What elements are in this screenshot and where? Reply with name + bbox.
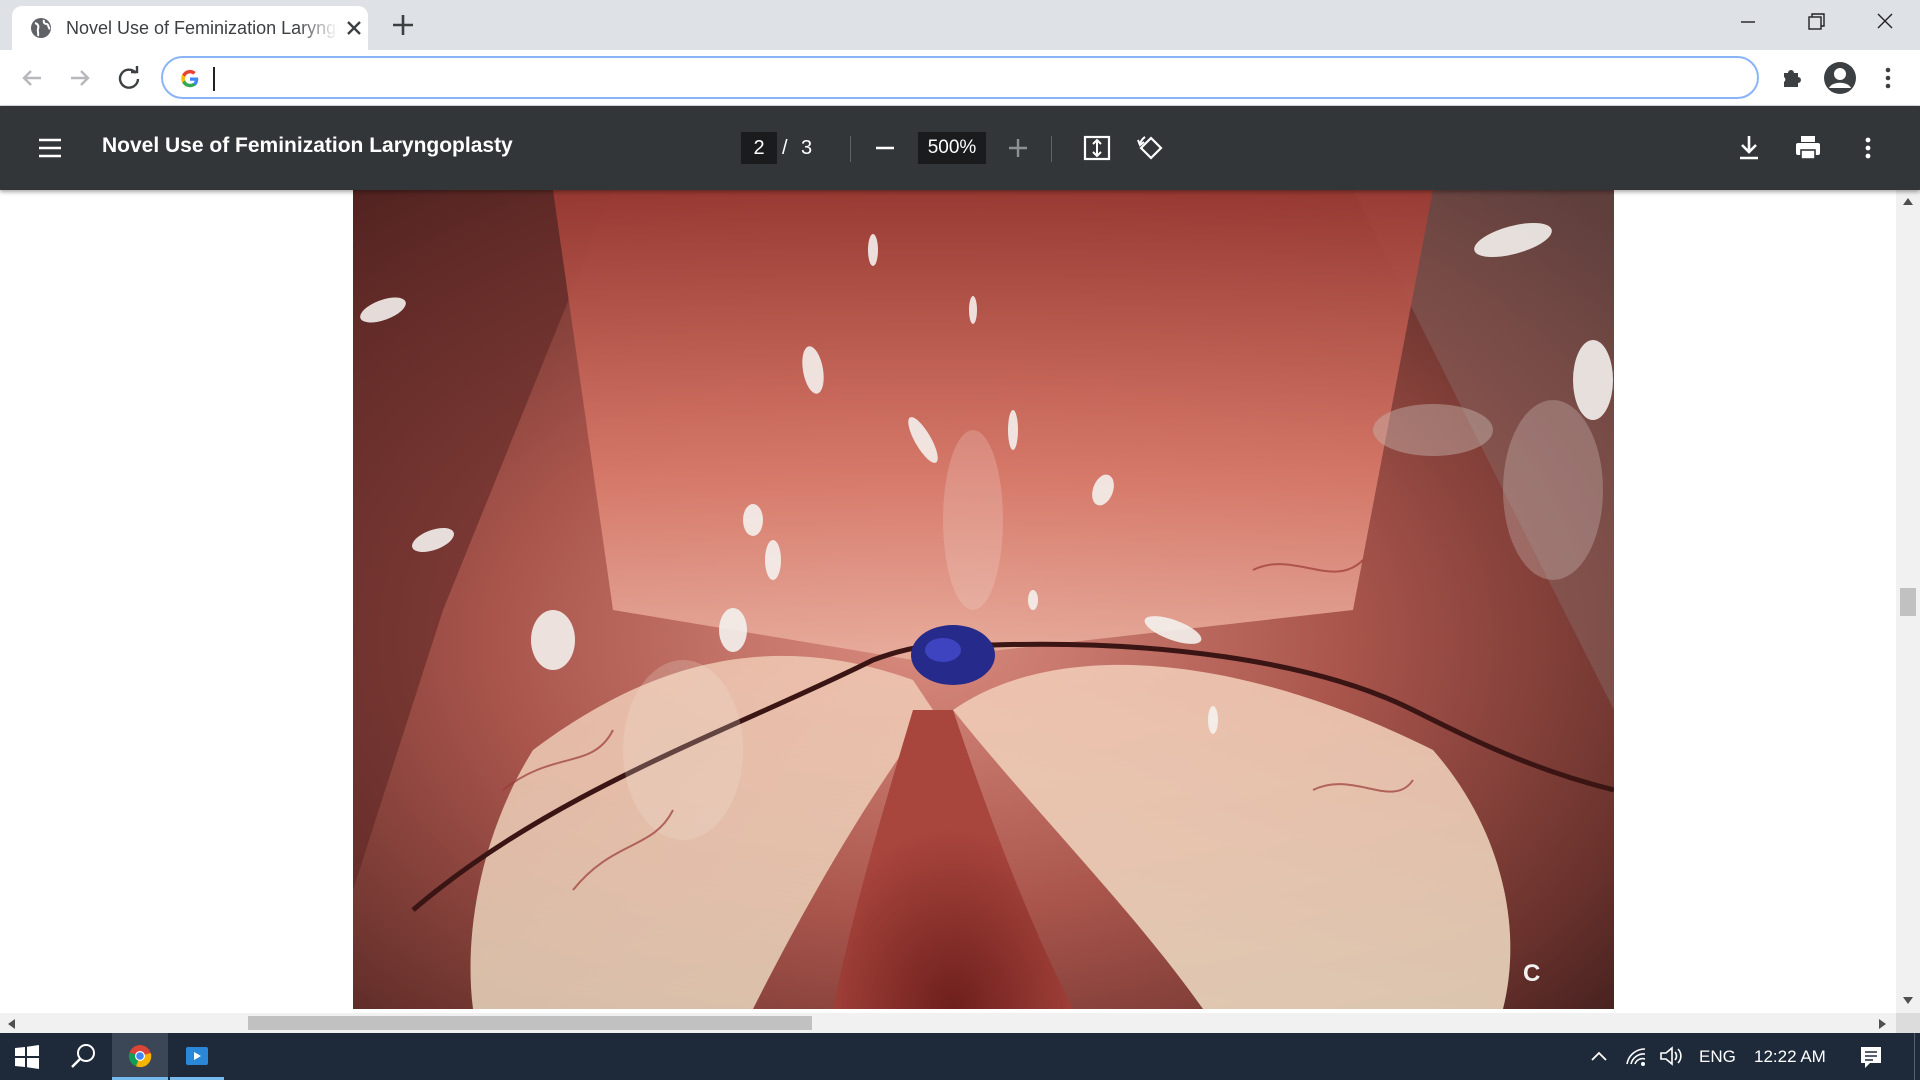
horizontal-scrollbar[interactable]	[0, 1013, 1896, 1033]
toolbar-divider	[1051, 136, 1052, 162]
reload-icon[interactable]	[113, 62, 145, 94]
zoom-level-input[interactable]: 500%	[918, 132, 986, 164]
new-tab-icon[interactable]	[390, 12, 416, 38]
zoom-out-icon[interactable]	[867, 130, 903, 166]
media-player-icon	[186, 1047, 208, 1065]
document-title: Novel Use of Feminization Laryngoplasty	[102, 134, 513, 157]
scroll-right-arrow-icon[interactable]	[1878, 1018, 1888, 1030]
page-number-input[interactable]: 2	[741, 132, 777, 164]
forward-icon[interactable]	[64, 62, 96, 94]
search-icon[interactable]	[56, 1033, 110, 1080]
browser-tab[interactable]: Novel Use of Feminization Laryngoplasty	[12, 6, 368, 50]
figure-panel-label: C	[1523, 960, 1541, 987]
google-icon	[181, 69, 199, 88]
vertical-scroll-thumb[interactable]	[1900, 588, 1916, 616]
page-total: 3	[801, 137, 813, 159]
close-window-icon[interactable]	[1868, 8, 1902, 36]
taskbar-media-app[interactable]	[170, 1033, 224, 1080]
wifi-icon[interactable]	[1624, 1045, 1648, 1067]
pdf-page-area[interactable]: C	[0, 190, 1920, 1033]
back-icon[interactable]	[16, 62, 48, 94]
profile-avatar-icon[interactable]	[1822, 60, 1858, 96]
restore-icon[interactable]	[1799, 8, 1833, 36]
url-input[interactable]	[211, 64, 1731, 92]
rotate-icon[interactable]	[1133, 130, 1169, 166]
download-icon[interactable]	[1731, 130, 1767, 166]
scroll-left-arrow-icon[interactable]	[6, 1018, 16, 1030]
pdf-toolbar: Novel Use of Feminization Laryngoplasty …	[0, 106, 1920, 190]
close-tab-icon[interactable]	[343, 17, 365, 39]
horizontal-scroll-thumb[interactable]	[248, 1016, 812, 1030]
zoom-in-icon[interactable]	[1000, 130, 1036, 166]
chrome-icon	[128, 1045, 152, 1068]
address-bar[interactable]	[161, 56, 1759, 99]
fit-to-page-icon[interactable]	[1079, 130, 1115, 166]
tab-strip: Novel Use of Feminization Laryngoplasty	[0, 0, 1920, 50]
page-separator: /	[782, 137, 788, 159]
hamburger-menu-icon[interactable]	[32, 130, 68, 166]
browser-menu-icon[interactable]	[1872, 62, 1904, 94]
globe-icon	[31, 18, 51, 38]
extensions-icon[interactable]	[1776, 62, 1808, 94]
scroll-down-arrow-icon[interactable]	[1902, 996, 1914, 1006]
action-center-icon[interactable]	[1858, 1044, 1884, 1070]
vertical-scrollbar[interactable]	[1896, 190, 1920, 1013]
scroll-up-arrow-icon[interactable]	[1902, 196, 1914, 206]
show-desktop-button[interactable]	[1914, 1033, 1920, 1080]
windows-start-icon[interactable]	[0, 1033, 54, 1080]
show-hidden-icons-chevron-icon[interactable]	[1588, 1047, 1610, 1065]
volume-icon[interactable]	[1658, 1045, 1684, 1067]
taskbar-chrome-app[interactable]	[112, 1033, 168, 1080]
tab-title: Novel Use of Feminization Laryngoplasty	[66, 18, 338, 38]
browser-toolbar	[0, 50, 1920, 106]
windows-taskbar: ENG 12:22 AM	[0, 1033, 1920, 1080]
toolbar-divider	[850, 136, 851, 162]
language-indicator[interactable]: ENG	[1699, 1047, 1736, 1067]
taskbar-clock[interactable]: 12:22 AM	[1754, 1047, 1826, 1067]
more-options-icon[interactable]	[1850, 130, 1886, 166]
scrollbar-corner	[1896, 1013, 1920, 1033]
print-icon[interactable]	[1790, 130, 1826, 166]
endoscopic-larynx-image: C	[353, 190, 1614, 1009]
minimize-icon[interactable]	[1731, 8, 1765, 36]
